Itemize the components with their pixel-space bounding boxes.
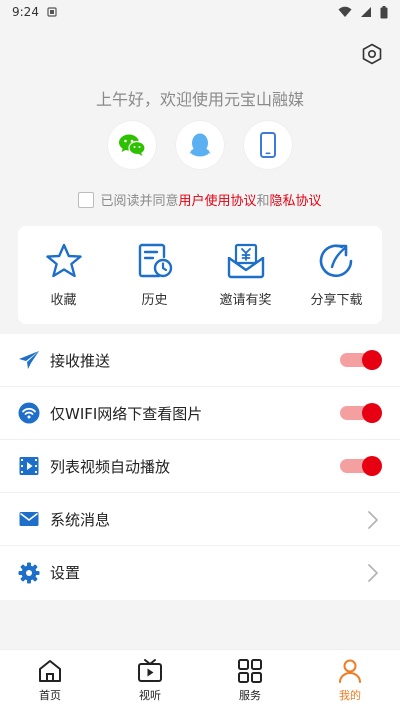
tab-label: 我的 (339, 689, 361, 702)
phone-login-button[interactable] (243, 120, 293, 170)
login-options (0, 120, 400, 170)
row-label: 列表视频自动播放 (50, 457, 171, 476)
quick-actions-card: 收藏 历史 邀请有奖 分享下载 (18, 226, 382, 324)
greeting-text: 上午好，欢迎使用元宝山融媒 (95, 90, 304, 109)
tv-icon (138, 659, 162, 682)
user-agreement-link[interactable]: 用户使用协议 (178, 194, 256, 209)
autoplay-toggle[interactable] (340, 456, 382, 476)
row-label: 系统消息 (50, 510, 111, 529)
mail-icon (19, 512, 39, 526)
status-time: 9:24 (12, 5, 39, 19)
row-wifi-images[interactable]: 仅WIFI网络下查看图片 (0, 387, 400, 440)
agreement-prefix: 已阅读并同意 (100, 194, 179, 209)
status-bar: 9:24 (0, 0, 400, 24)
paper-plane-icon (19, 351, 39, 369)
battery-icon (380, 5, 388, 18)
quick-action-invite[interactable]: 邀请有奖 (206, 243, 286, 308)
push-toggle[interactable] (340, 350, 382, 370)
tab-label: 首页 (39, 689, 61, 702)
hex-settings-icon (362, 43, 382, 65)
bottom-tab-bar: 首页 视听 服务 我的 (0, 649, 400, 711)
signal-icon (361, 7, 371, 17)
chevron-right-icon (368, 511, 378, 529)
settings-button[interactable] (360, 42, 384, 66)
quick-action-label: 分享下载 (310, 292, 363, 308)
grid-icon (238, 659, 262, 683)
user-icon (339, 659, 361, 683)
row-label: 仅WIFI网络下查看图片 (50, 404, 203, 423)
quick-action-label: 收藏 (50, 292, 77, 308)
tab-label: 服务 (239, 689, 261, 702)
quick-action-label: 邀请有奖 (219, 292, 272, 308)
row-receive-push[interactable]: 接收推送 (0, 334, 400, 387)
tab-home[interactable]: 首页 (10, 658, 90, 703)
wifi-images-toggle[interactable] (340, 403, 382, 423)
tab-services[interactable]: 服务 (210, 658, 290, 703)
row-autoplay-video[interactable]: 列表视频自动播放 (0, 440, 400, 493)
gear-icon (18, 562, 40, 583)
tab-label: 视听 (139, 689, 161, 702)
agreement-checkbox[interactable] (78, 191, 95, 208)
quick-action-share[interactable]: 分享下载 (297, 243, 377, 308)
wechat-icon (119, 134, 146, 156)
wechat-login-button[interactable] (107, 120, 157, 170)
star-icon (45, 243, 82, 277)
notification-icon (47, 7, 57, 17)
phone-icon (260, 132, 276, 158)
agreement-row: 已阅读并同意用户使用协议和隐私协议 (0, 190, 400, 209)
chevron-right-icon (368, 564, 378, 582)
row-settings[interactable]: 设置 (0, 546, 400, 599)
row-label: 接收推送 (50, 351, 111, 370)
agreement-and: 和 (256, 194, 270, 209)
history-icon (138, 243, 172, 277)
quick-action-label: 历史 (141, 292, 168, 308)
qq-login-button[interactable] (175, 120, 225, 170)
video-icon (19, 457, 39, 475)
row-label: 设置 (50, 564, 81, 582)
quick-action-favorites[interactable]: 收藏 (24, 243, 104, 308)
home-icon (39, 660, 61, 682)
tab-audio-video[interactable]: 视听 (110, 658, 190, 703)
tab-mine[interactable]: 我的 (310, 658, 390, 703)
privacy-policy-link[interactable]: 隐私协议 (270, 194, 322, 209)
settings-list: 接收推送 仅WIFI网络下查看图片 列表视频自动播放 系统消息 设置 (0, 334, 400, 600)
quick-action-history[interactable]: 历史 (115, 243, 195, 308)
invite-reward-icon (227, 243, 264, 278)
share-icon (319, 243, 352, 277)
wifi-icon (18, 402, 40, 424)
qq-icon (189, 133, 211, 157)
wifi-status-icon (338, 6, 352, 17)
row-system-messages[interactable]: 系统消息 (0, 493, 400, 546)
